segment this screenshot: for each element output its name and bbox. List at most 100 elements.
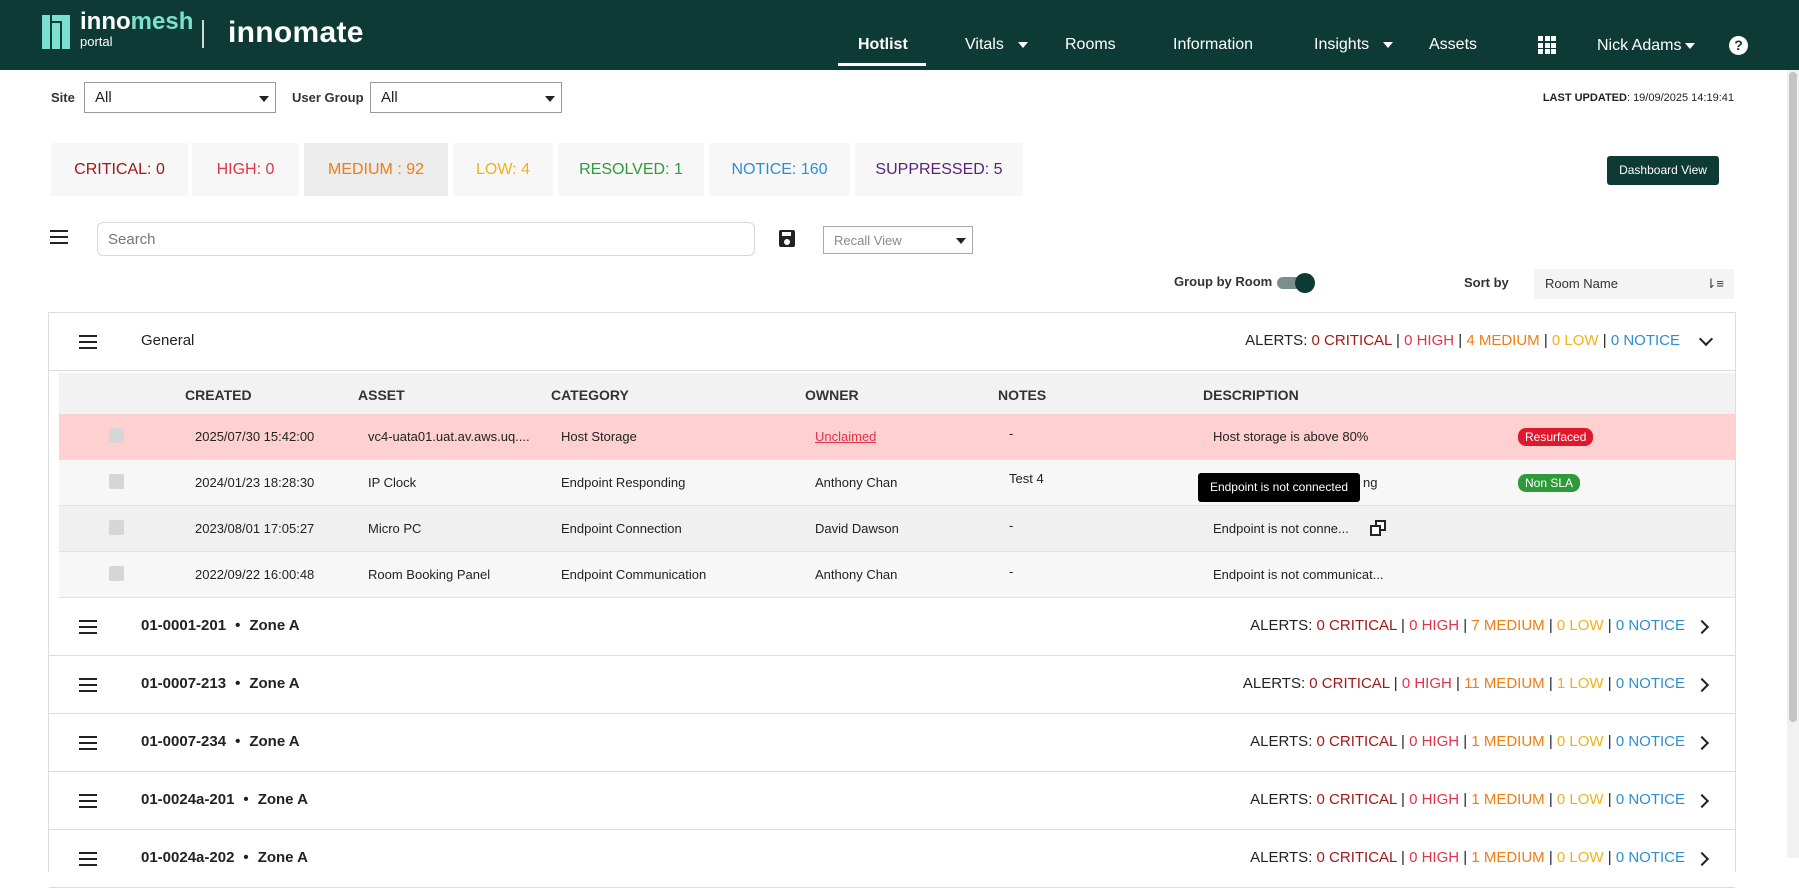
table-row[interactable]: 2024/01/23 18:28:30 IP Clock Endpoint Re… <box>59 460 1735 506</box>
group-menu-icon[interactable] <box>79 620 97 634</box>
summary-low[interactable]: LOW: 4 <box>453 143 553 196</box>
last-updated: LAST UPDATED: 19/09/2025 14:19:41 <box>1542 92 1734 104</box>
cell-owner[interactable]: Anthony Chan <box>815 567 897 582</box>
copy-icon[interactable] <box>1370 520 1386 536</box>
dashboard-view-button[interactable]: Dashboard View <box>1607 156 1719 185</box>
status-badge: Non SLA <box>1518 474 1581 492</box>
summary-suppressed[interactable]: SUPPRESSED: 5 <box>855 143 1023 196</box>
chevron-right-icon[interactable] <box>1694 851 1710 867</box>
chevron-right-icon[interactable] <box>1694 677 1710 693</box>
nav-hotlist[interactable]: Hotlist <box>858 36 908 54</box>
group-alert-summary: ALERTS: 0 CRITICAL | 0 HIGH | 11 MEDIUM … <box>1242 675 1685 692</box>
innomesh-logo[interactable]: innomesh portal <box>0 0 200 70</box>
chevron-down-icon[interactable] <box>1698 331 1714 347</box>
chevron-right-icon[interactable] <box>1694 619 1710 635</box>
chevron-down-icon <box>1017 41 1028 48</box>
col-owner[interactable]: OWNER <box>805 387 859 403</box>
col-description[interactable]: DESCRIPTION <box>1203 387 1299 403</box>
search-input[interactable]: Search <box>97 222 755 256</box>
summary-high[interactable]: HIGH: 0 <box>192 143 299 196</box>
table-row[interactable]: 2025/07/30 15:42:00 vc4-uata01.uat.av.aw… <box>59 414 1735 460</box>
save-icon[interactable] <box>779 230 795 247</box>
cell-notes[interactable]: - <box>1009 426 1013 441</box>
group-header-room[interactable]: 01-0007-234 • Zone A ALERTS: 0 CRITICAL | … <box>49 714 1735 772</box>
apps-grid-icon[interactable] <box>1538 36 1556 54</box>
nav-information[interactable]: Information <box>1173 36 1253 54</box>
user-menu[interactable]: Nick Adams <box>1597 37 1696 55</box>
help-icon[interactable]: ? <box>1729 36 1748 55</box>
table-header: CREATED ASSET CATEGORY OWNER NOTES DESCR… <box>59 373 1735 414</box>
chevron-right-icon[interactable] <box>1694 793 1710 809</box>
site-label: Site <box>51 90 75 105</box>
user-group-select[interactable]: All <box>370 82 562 113</box>
group-menu-icon[interactable] <box>79 794 97 808</box>
group-title: 01-0007-213 • Zone A <box>141 675 300 692</box>
cell-asset: IP Clock <box>368 475 417 490</box>
logo-divider <box>202 20 204 48</box>
cell-notes[interactable]: - <box>1009 518 1013 533</box>
cell-description: Endpoint is not communicat... <box>1213 567 1384 582</box>
chevron-right-icon[interactable] <box>1694 735 1710 751</box>
cell-asset: vc4-uata01.uat.av.aws.uq.... <box>368 429 530 444</box>
nav-rooms[interactable]: Rooms <box>1065 36 1116 54</box>
group-title: General <box>141 332 195 349</box>
group-header-general[interactable]: General ALERTS: 0 CRITICAL | 0 HIGH | 4 … <box>49 313 1735 371</box>
group-header-room[interactable]: 01-0001-201 • Zone A ALERTS: 0 CRITICAL | … <box>49 598 1735 656</box>
cell-category: Endpoint Responding <box>561 475 686 490</box>
cell-category: Endpoint Connection <box>561 521 682 536</box>
nav-vitals[interactable]: Vitals <box>965 36 1028 54</box>
cell-description: Host storage is above 80% <box>1213 429 1369 444</box>
cell-description: ng <box>1363 475 1378 490</box>
site-select[interactable]: All <box>84 82 276 113</box>
group-menu-icon[interactable] <box>79 678 97 692</box>
summary-resolved[interactable]: RESOLVED: 1 <box>558 143 704 196</box>
sort-by-select[interactable]: Room Name ⇂≡ <box>1534 269 1734 299</box>
group-menu-icon[interactable] <box>79 736 97 750</box>
summary-critical[interactable]: CRITICAL: 0 <box>51 143 188 196</box>
cell-category: Host Storage <box>561 429 637 444</box>
chevron-down-icon <box>1383 41 1394 48</box>
filter-bar: Site All User Group All LAST UPDATED: 19… <box>0 82 1799 116</box>
cell-notes[interactable]: - <box>1009 564 1013 579</box>
top-navigation-bar: innomesh portal innomate Hotlist Vitals … <box>0 0 1799 70</box>
group-by-room-toggle[interactable] <box>1277 273 1315 293</box>
group-header-room[interactable]: 01-0024a-202 • Zone A ALERTS: 0 CRITICAL |… <box>49 830 1735 888</box>
sort-direction-icon[interactable]: ⇂≡ <box>1706 276 1724 292</box>
recall-view-select[interactable]: Recall View <box>823 226 973 254</box>
group-alert-summary: ALERTS: 0 CRITICAL | 0 HIGH | 1 MEDIUM |… <box>1250 733 1685 750</box>
cell-owner[interactable]: David Dawson <box>815 521 899 536</box>
group-menu-icon[interactable] <box>79 852 97 866</box>
cell-created: 2025/07/30 15:42:00 <box>195 429 315 444</box>
row-checkbox[interactable] <box>109 474 124 489</box>
menu-icon[interactable] <box>50 230 68 244</box>
group-header-room[interactable]: 01-0007-213 • Zone A ALERTS: 0 CRITICAL | … <box>49 656 1735 714</box>
scrollbar-thumb[interactable] <box>1789 72 1797 722</box>
vertical-scrollbar[interactable] <box>1787 70 1799 858</box>
summary-notice[interactable]: NOTICE: 160 <box>709 143 850 196</box>
status-badge: Resurfaced <box>1518 428 1594 446</box>
cell-owner[interactable]: Anthony Chan <box>815 475 897 490</box>
row-checkbox[interactable] <box>109 566 124 581</box>
logo-text: innomesh <box>80 8 194 35</box>
cell-owner-unclaimed[interactable]: Unclaimed <box>815 429 876 444</box>
cell-description: Endpoint is not conne... <box>1213 521 1349 536</box>
group-header-room[interactable]: 01-0024a-201 • Zone A ALERTS: 0 CRITICAL |… <box>49 772 1735 830</box>
col-asset[interactable]: ASSET <box>358 387 405 403</box>
table-row[interactable]: 2022/09/22 16:00:48 Room Booking Panel E… <box>59 552 1735 598</box>
row-checkbox[interactable] <box>109 428 124 443</box>
sort-by-label: Sort by <box>1464 275 1509 290</box>
summary-medium[interactable]: MEDIUM : 92 <box>304 143 448 196</box>
group-menu-icon[interactable] <box>79 335 97 349</box>
col-category[interactable]: CATEGORY <box>551 387 629 403</box>
table-row[interactable]: 2023/08/01 17:05:27 Micro PC Endpoint Co… <box>59 506 1735 552</box>
nav-assets[interactable]: Assets <box>1429 36 1477 54</box>
cell-notes[interactable]: Test 4 <box>1009 471 1044 486</box>
description-tooltip: Endpoint is not connected <box>1198 473 1360 502</box>
nav-insights[interactable]: Insights <box>1314 36 1394 54</box>
innomate-brand: innomate <box>228 16 364 49</box>
group-title: 01-0024a-201 • Zone A <box>141 791 308 808</box>
row-checkbox[interactable] <box>109 520 124 535</box>
group-title: 01-0007-234 • Zone A <box>141 733 300 750</box>
col-notes[interactable]: NOTES <box>998 387 1046 403</box>
col-created[interactable]: CREATED <box>185 387 252 403</box>
